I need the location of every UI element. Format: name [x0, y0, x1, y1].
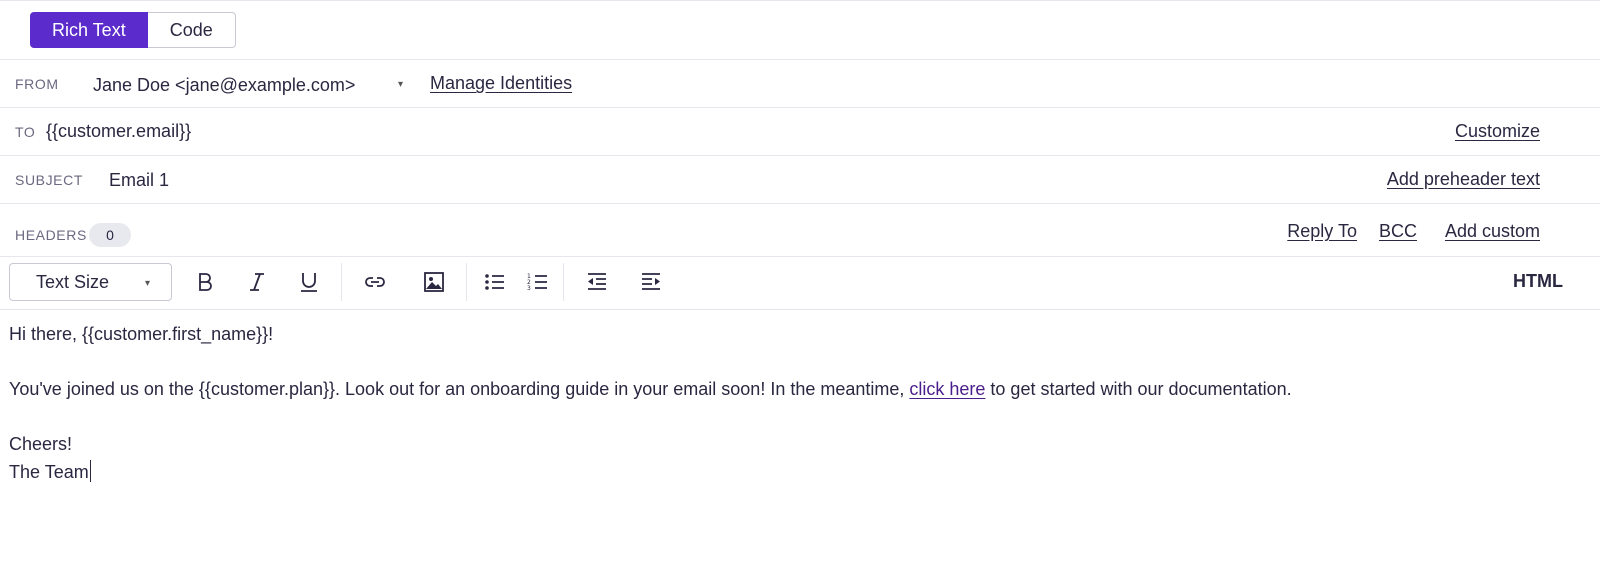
insert-image-button[interactable] — [419, 267, 449, 297]
italic-button[interactable] — [242, 267, 272, 297]
click-here-link[interactable]: click here — [909, 379, 985, 399]
add-custom-header-link[interactable]: Add custom — [1445, 221, 1540, 242]
text-cursor — [89, 460, 91, 482]
greeting-line: Hi there, {{customer.first_name}}! — [9, 324, 274, 344]
signoff-line: Cheers! — [9, 434, 73, 454]
bold-icon — [199, 273, 212, 291]
toolbar-divider — [341, 263, 342, 301]
add-preheader-link[interactable]: Add preheader text — [1387, 169, 1540, 190]
body-text-before-link: You've joined us on the {{customer.plan}… — [9, 379, 910, 399]
outdent-icon — [588, 273, 606, 290]
rich-text-mode-button[interactable]: Rich Text — [30, 12, 148, 48]
toolbar-divider — [563, 263, 564, 301]
email-body-editor[interactable]: Hi there, {{customer.first_name}}! You'v… — [9, 320, 1579, 570]
italic-icon — [250, 273, 264, 291]
headers-label: HEADERS — [15, 227, 87, 243]
to-row: TO {{customer.email}} Customize — [0, 107, 1600, 155]
reply-to-link[interactable]: Reply To — [1287, 221, 1357, 242]
subject-field[interactable]: Email 1 — [109, 170, 169, 191]
numbered-list-button[interactable]: 123 — [523, 267, 553, 297]
svg-text:3: 3 — [527, 285, 531, 292]
subject-label: SUBJECT — [15, 172, 83, 188]
body-text-after-link: to get started with our documentation. — [985, 379, 1292, 399]
indent-icon — [642, 273, 660, 290]
from-identity-value: Jane Doe <jane@example.com> — [93, 74, 356, 95]
code-mode-button[interactable]: Code — [147, 12, 236, 48]
from-identity-select[interactable]: Jane Doe <jane@example.com> — [93, 72, 409, 98]
indent-button[interactable] — [636, 267, 666, 297]
numbered-list-icon: 123 — [527, 273, 547, 292]
bulleted-list-icon — [485, 274, 504, 290]
outdent-button[interactable] — [582, 267, 612, 297]
insert-link-button[interactable] — [360, 267, 390, 297]
headers-row: HEADERS 0 Reply To BCC Add custom — [0, 203, 1600, 256]
underline-icon — [301, 273, 317, 292]
image-icon — [424, 272, 444, 292]
formatting-toolbar: Text Size ▾ 123 HTML — [0, 256, 1600, 310]
html-view-button[interactable]: HTML — [1513, 271, 1563, 292]
link-icon — [365, 277, 385, 287]
underline-button[interactable] — [294, 267, 324, 297]
subject-row: SUBJECT Email 1 Add preheader text — [0, 155, 1600, 203]
body-paragraph: You've joined us on the {{customer.plan}… — [9, 375, 1579, 403]
chevron-down-icon: ▾ — [145, 278, 151, 289]
top-divider — [0, 0, 1600, 1]
editor-mode-toggle: Rich Text Code — [30, 12, 236, 48]
from-label: FROM — [15, 76, 59, 92]
bold-button[interactable] — [190, 267, 220, 297]
text-size-label: Text Size — [36, 271, 110, 292]
signature-line: The Team — [9, 458, 1579, 486]
signature-text: The Team — [9, 462, 89, 482]
to-label: TO — [15, 124, 36, 140]
to-field[interactable]: {{customer.email}} — [46, 121, 191, 142]
toolbar-divider — [466, 263, 467, 301]
from-row: FROM Jane Doe <jane@example.com> ▾ Manag… — [0, 59, 1600, 107]
bcc-link[interactable]: BCC — [1379, 221, 1417, 242]
manage-identities-link[interactable]: Manage Identities — [430, 73, 572, 94]
headers-count-badge[interactable]: 0 — [89, 223, 131, 247]
customize-link[interactable]: Customize — [1455, 121, 1540, 142]
chevron-down-icon: ▾ — [398, 79, 404, 90]
bulleted-list-button[interactable] — [480, 267, 510, 297]
